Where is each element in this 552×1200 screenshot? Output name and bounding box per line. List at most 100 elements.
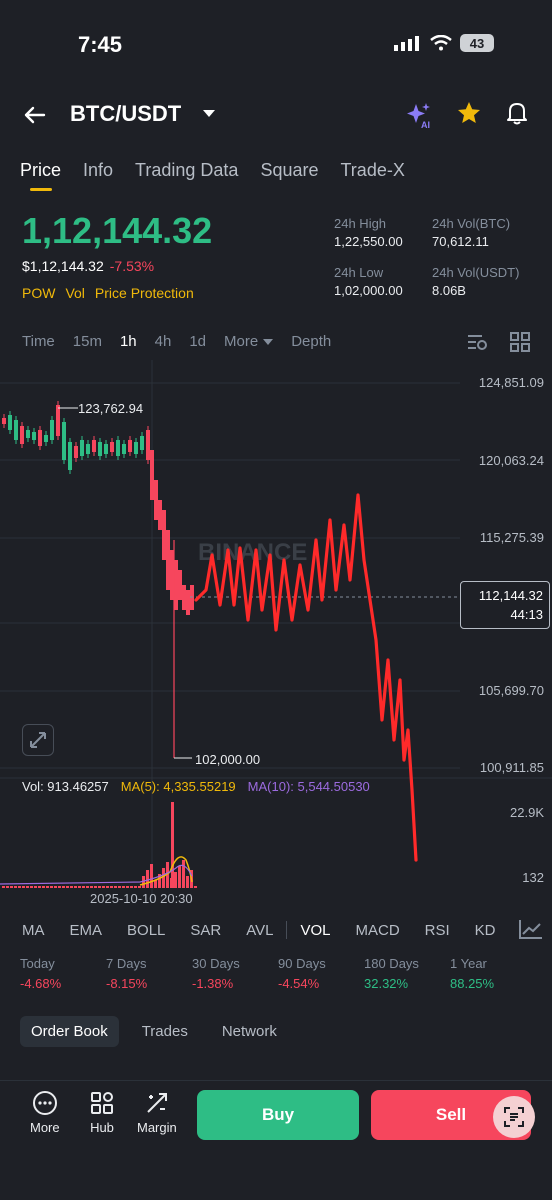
tab-info[interactable]: Info (83, 160, 113, 181)
svg-text:AI: AI (421, 120, 430, 130)
price-chart[interactable]: BINANCE (0, 360, 552, 900)
vol-axis-label: 22.9K (510, 805, 544, 820)
tab-trades[interactable]: Trades (131, 1016, 199, 1047)
wifi-icon (430, 35, 452, 51)
indicator-chart-icon[interactable] (512, 916, 552, 944)
perf-30days: 30 Days -1.38% (192, 956, 240, 991)
candle (104, 444, 108, 454)
candle (154, 480, 158, 520)
candle (178, 570, 182, 600)
current-price-tag[interactable]: 112,144.32 44:13 (460, 581, 550, 629)
nav-hub[interactable]: Hub (89, 1090, 115, 1135)
tag-pow[interactable]: POW (22, 285, 55, 301)
indicator-ema[interactable]: EMA (70, 922, 103, 939)
indicator-macd[interactable]: MACD (355, 922, 399, 939)
ai-sparkle-icon[interactable]: AI (404, 100, 434, 130)
back-arrow-icon[interactable] (20, 100, 50, 130)
volume-bar (126, 886, 129, 888)
chart-settings-icon[interactable] (466, 332, 488, 352)
volume-bar (106, 886, 109, 888)
interval-1h[interactable]: 1h (120, 333, 137, 350)
volume-bar (130, 886, 133, 888)
candle (162, 510, 166, 560)
margin-icon (147, 1093, 167, 1113)
tab-square[interactable]: Square (260, 160, 318, 181)
nav-margin[interactable]: Margin (137, 1090, 177, 1135)
tab-order-book[interactable]: Order Book (20, 1016, 119, 1047)
indicator-rsi[interactable]: RSI (425, 922, 450, 939)
indicator-ma[interactable]: MA (22, 922, 45, 939)
candle (98, 442, 102, 456)
candle (122, 444, 126, 454)
interval-time[interactable]: Time (22, 333, 55, 350)
candle (182, 585, 186, 610)
volume-bar (58, 886, 61, 888)
indicator-avl[interactable]: AVL (246, 922, 273, 939)
nav-more[interactable]: More (30, 1090, 60, 1135)
tab-network[interactable]: Network (211, 1016, 288, 1047)
volume-bar (38, 886, 41, 888)
volume-bar (82, 886, 85, 888)
interval-4h[interactable]: 4h (155, 333, 172, 350)
volume-bar (98, 886, 101, 888)
volume-bar (2, 886, 5, 888)
volume-bar (10, 886, 13, 888)
interval-15m[interactable]: 15m (73, 333, 102, 350)
volume-bar (146, 870, 149, 888)
y-axis-label: 100,911.85 (479, 760, 544, 775)
candle (68, 442, 72, 470)
pair-title[interactable]: BTC/USDT (70, 101, 181, 127)
volume-bar (70, 886, 73, 888)
candle (140, 436, 144, 450)
candle (44, 435, 48, 442)
ma10-value: MA(10): 5,544.50530 (247, 779, 370, 794)
interval-more[interactable]: More (224, 333, 274, 350)
interval-1d[interactable]: 1d (189, 333, 206, 350)
stat-24h-vol-usdt: 24h Vol(USDT) 8.06B (432, 265, 520, 298)
candle (38, 430, 42, 446)
tab-price[interactable]: Price (20, 160, 61, 191)
y-axis-label: 124,851.09 (478, 375, 544, 390)
tab-trading-data[interactable]: Trading Data (135, 160, 238, 181)
favorite-star-icon[interactable] (456, 100, 482, 126)
divider (286, 921, 288, 939)
more-dots-icon (32, 1091, 57, 1115)
indicator-boll[interactable]: BOLL (127, 922, 165, 939)
screen-scan-icon[interactable] (493, 1096, 535, 1138)
layout-grid-icon[interactable] (510, 332, 530, 352)
candle (166, 530, 170, 590)
candle (92, 440, 96, 452)
fullscreen-expand-icon[interactable] (22, 724, 54, 756)
vol-axis-label: 132 (522, 870, 544, 885)
volume-bar (178, 866, 181, 888)
tag-price-protection[interactable]: Price Protection (95, 285, 194, 301)
notification-bell-icon[interactable] (504, 100, 530, 126)
volume-bar (50, 886, 53, 888)
tag-vol[interactable]: Vol (65, 285, 84, 301)
indicator-sar[interactable]: SAR (190, 922, 221, 939)
stat-24h-vol-btc: 24h Vol(BTC) 70,612.11 (432, 216, 511, 249)
candle (110, 442, 114, 452)
volume-bar (110, 886, 113, 888)
candle (174, 560, 178, 610)
candle (86, 444, 90, 454)
volume-bar (86, 886, 89, 888)
header-actions: AI (404, 100, 530, 130)
volume-bar (78, 886, 81, 888)
volume-bar (194, 886, 197, 888)
volume-bar (162, 868, 165, 888)
buy-button[interactable]: Buy (197, 1090, 359, 1140)
volume-bar (122, 886, 125, 888)
indicator-vol[interactable]: VOL (300, 922, 330, 939)
signal-icon (394, 36, 419, 51)
indicator-kd[interactable]: KD (475, 922, 496, 939)
candlestick-canvas[interactable]: BINANCE (0, 360, 552, 900)
interval-depth[interactable]: Depth (291, 333, 331, 350)
tab-trade-x[interactable]: Trade-X (340, 160, 404, 181)
pair-dropdown-icon[interactable] (203, 110, 215, 117)
volume-bar (174, 872, 177, 888)
status-time: 7:45 (78, 32, 123, 57)
candle (186, 590, 190, 615)
volume-bar (34, 886, 37, 888)
fiat-price: $1,12,144.32 (22, 258, 104, 274)
